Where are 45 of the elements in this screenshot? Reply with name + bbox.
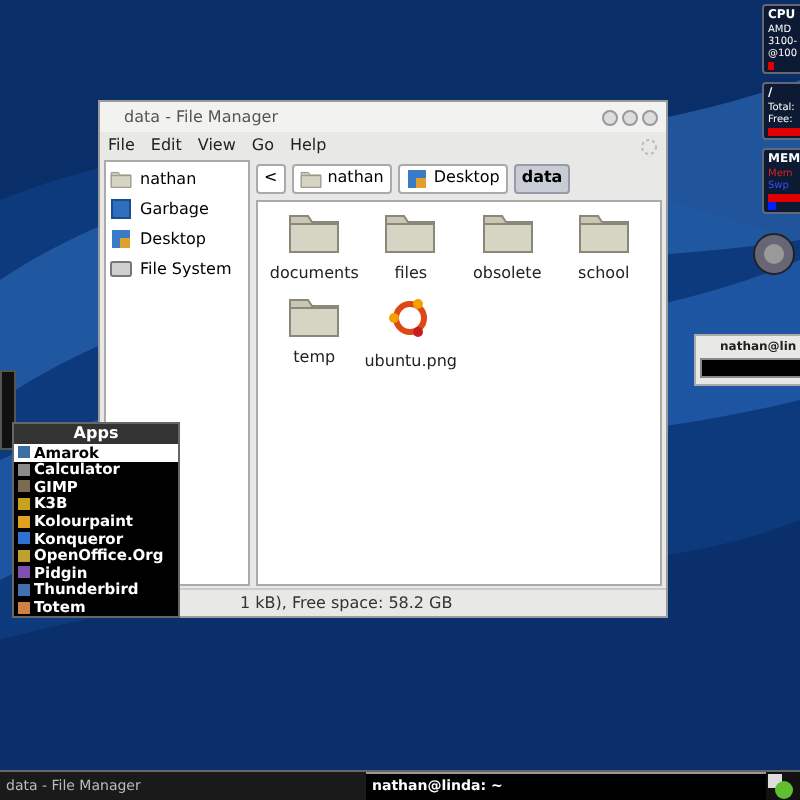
drive-icon xyxy=(110,260,132,278)
folder-icon xyxy=(481,210,534,254)
menu-item[interactable]: Help xyxy=(289,134,327,158)
window-title: data - File Manager xyxy=(122,105,280,129)
status-text: 1 kB), Free space: 58.2 GB xyxy=(240,591,453,615)
folder-icon xyxy=(384,210,437,254)
usage-bar xyxy=(768,62,774,70)
sidebar-item[interactable]: File System xyxy=(106,256,248,282)
desktop-icon xyxy=(110,228,132,250)
path-button[interactable]: nathan xyxy=(291,163,392,193)
file-name: ubuntu.png xyxy=(364,350,457,374)
folder-icon xyxy=(299,169,322,187)
close-icon[interactable] xyxy=(642,109,658,125)
menu-item[interactable]: Edit xyxy=(150,134,182,158)
folder-icon xyxy=(577,210,630,254)
spinner-icon xyxy=(640,137,658,155)
swap-bar xyxy=(768,202,776,210)
folder-icon xyxy=(110,170,132,188)
status-icon[interactable] xyxy=(766,772,794,800)
sidebar-label: Desktop xyxy=(140,227,206,251)
menu-item[interactable]: File xyxy=(108,134,135,158)
menu-title: Apps xyxy=(14,424,178,444)
path-button[interactable]: data xyxy=(513,163,571,193)
sidebar-item[interactable]: Garbage xyxy=(106,196,248,222)
path-button[interactable]: Desktop xyxy=(397,163,508,193)
file-name: documents xyxy=(269,262,359,286)
sidebar-item[interactable]: Desktop xyxy=(106,226,248,252)
maximize-icon[interactable] xyxy=(622,109,638,125)
file-name: temp xyxy=(293,346,336,370)
minimize-icon[interactable] xyxy=(602,109,618,125)
side-panel xyxy=(0,370,16,450)
folder-icon xyxy=(288,294,341,338)
folder-icon xyxy=(288,210,341,254)
sidebar-item[interactable]: nathan xyxy=(106,166,248,192)
file-name: files xyxy=(394,262,428,286)
terminal-area xyxy=(700,358,800,378)
file-name: obsolete xyxy=(473,262,542,286)
sidebar-label: nathan xyxy=(140,167,197,191)
sidebar-label: File System xyxy=(140,257,232,281)
file-name: school xyxy=(578,262,630,286)
desktop-icon xyxy=(405,167,428,189)
back-button[interactable]: < xyxy=(256,163,286,193)
sidebar-label: Garbage xyxy=(140,197,209,221)
menu-item[interactable]: Go xyxy=(251,134,274,158)
menu-item[interactable]: View xyxy=(197,134,236,158)
